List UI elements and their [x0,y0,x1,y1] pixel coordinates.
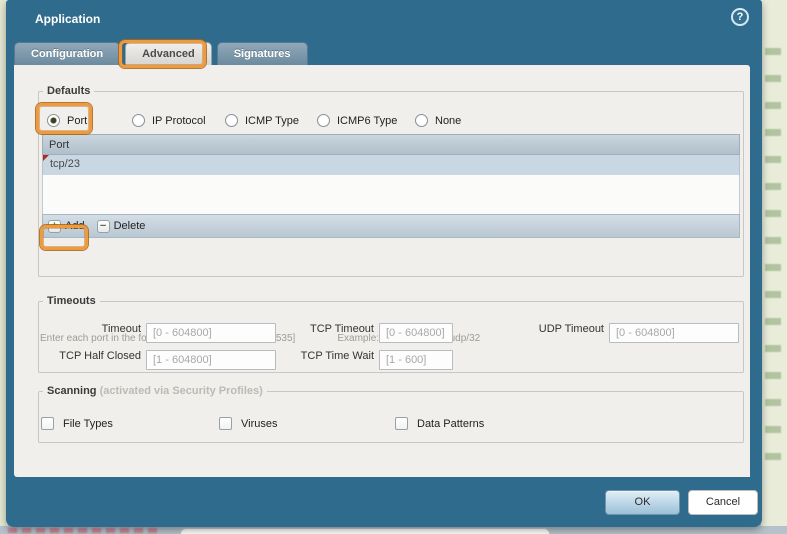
table-toolbar: + Add − Delete [42,214,740,238]
file-types-label: File Types [63,417,113,430]
scanning-legend: Scanning (activated via Security Profile… [43,385,267,397]
radio-port-label: Port [67,114,88,127]
udp-timeout-input[interactable] [609,323,739,343]
delete-button-label: Delete [113,220,146,232]
cancel-button[interactable]: Cancel [688,490,758,515]
radio-ip-protocol-control[interactable] [132,114,145,127]
application-dialog: Application ? Configuration Advanced Sig… [6,0,762,527]
radio-ip-protocol[interactable]: IP Protocol [132,114,225,127]
radio-none-label: None [435,114,462,127]
defaults-radio-group: Port IP Protocol ICMP Type ICMP6 Type No… [47,114,475,127]
radio-icmp6-type[interactable]: ICMP6 Type [317,114,415,127]
tcp-time-wait-label: TCP Time Wait [300,350,374,362]
radio-icmp-type-label: ICMP Type [245,114,300,127]
timeouts-section: Timeouts Timeout TCP Timeout UDP Timeout… [38,295,744,373]
radio-icmp6-type-control[interactable] [317,114,330,127]
checkbox-file-types[interactable]: File Types [41,417,113,430]
checkbox-viruses[interactable]: Viruses [219,417,277,430]
delete-button[interactable]: − Delete [96,219,146,233]
radio-icmp-type-control[interactable] [225,114,238,127]
tcp-time-wait-input[interactable] [379,350,453,370]
tab-advanced[interactable]: Advanced [125,42,212,65]
viruses-checkbox-control[interactable] [219,417,232,430]
data-patterns-checkbox-control[interactable] [395,417,408,430]
add-icon: + [48,219,61,233]
modified-marker-icon [43,155,49,161]
radio-icmp6-type-label: ICMP6 Type [337,114,398,127]
udp-timeout-label: UDP Timeout [538,323,604,335]
background-text-blur [765,48,781,468]
port-column-header[interactable]: Port [42,134,740,155]
defaults-section: Defaults Port IP Protocol ICMP Type ICMP… [38,85,744,344]
radio-icmp-type[interactable]: ICMP Type [225,114,317,127]
viruses-label: Viruses [241,417,278,430]
port-cell-value: tcp/23 [50,158,80,170]
tcp-half-closed-label: TCP Half Closed [59,350,141,362]
tab-configuration[interactable]: Configuration [14,42,121,65]
background-marks [8,528,158,533]
checkbox-data-patterns[interactable]: Data Patterns [395,417,484,430]
background-panel-edge [180,528,550,534]
scanning-section: Scanning (activated via Security Profile… [38,385,744,443]
data-patterns-label: Data Patterns [417,417,485,430]
radio-ip-protocol-label: IP Protocol [152,114,206,127]
radio-port-control[interactable] [47,114,60,127]
delete-icon: − [96,219,110,233]
table-empty-area [42,175,740,214]
port-table: Port tcp/23 + Add − Delete [42,134,740,238]
tab-signatures[interactable]: Signatures [216,42,308,65]
ok-button[interactable]: OK [605,490,680,515]
radio-none[interactable]: None [415,114,475,127]
add-button-label: Add [65,220,85,232]
timeout-label: Timeout [101,323,141,335]
scanning-legend-note: (activated via Security Profiles) [99,385,263,397]
background-page-right [761,0,787,534]
table-row[interactable]: tcp/23 [42,155,740,175]
tcp-timeout-label: TCP Timeout [310,323,374,335]
help-icon[interactable]: ? [731,8,749,26]
defaults-legend: Defaults [47,85,91,97]
tab-content-panel: Defaults Port IP Protocol ICMP Type ICMP… [14,65,750,477]
timeouts-legend: Timeouts [47,295,96,307]
tcp-timeout-input[interactable] [379,323,453,343]
radio-port[interactable]: Port [47,114,132,127]
radio-none-control[interactable] [415,114,428,127]
file-types-checkbox-control[interactable] [41,417,54,430]
add-button[interactable]: + Add [48,219,85,233]
scanning-legend-text: Scanning [47,385,97,397]
scanning-checkbox-row: File Types Viruses Data Patterns [41,417,745,437]
tab-bar: Configuration Advanced Signatures [14,19,308,65]
